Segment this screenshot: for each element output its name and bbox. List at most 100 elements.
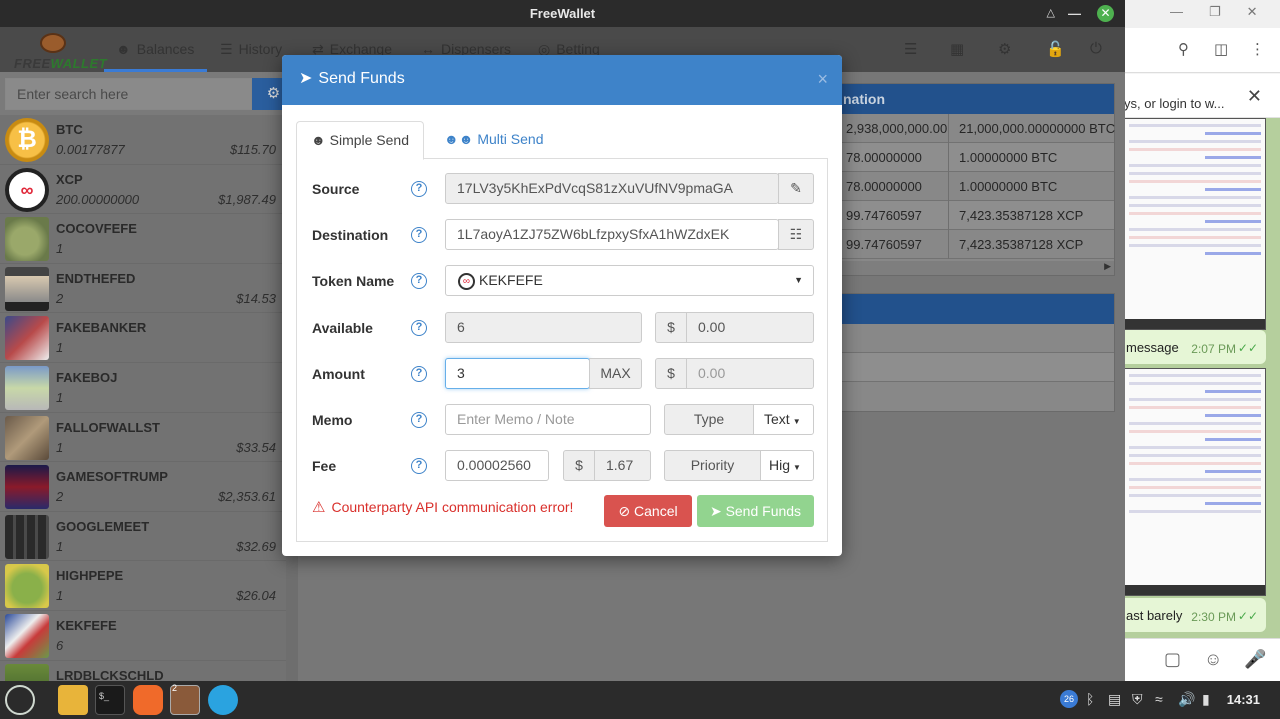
search-input[interactable] <box>5 78 252 110</box>
panel-title: nation <box>843 91 885 107</box>
user-icon: ☻ <box>311 132 330 148</box>
send-funds-button[interactable]: ➤ Send Funds <box>697 495 814 527</box>
search-icon[interactable]: ⚲ <box>1178 40 1189 58</box>
tab-multi-send[interactable]: ☻☻ Multi Send <box>430 121 558 159</box>
list-item[interactable]: FALLOFWALLST 1 $33.54 <box>0 412 286 463</box>
list-item[interactable]: HIGHPEPE 1 $26.04 <box>0 561 286 611</box>
power-icon[interactable]: ⏻ <box>1090 40 1102 57</box>
tab-simple-send[interactable]: ☻ Simple Send <box>296 121 425 160</box>
tab-balances[interactable]: ☻ Balances <box>104 27 207 72</box>
chat-toolbar: ⚲ ◫ ⋮ <box>1120 28 1280 73</box>
restore-icon[interactable]: ❐ <box>1209 4 1221 20</box>
caret-down-icon: ▼ <box>793 463 801 472</box>
clipboard-icon[interactable]: ▤ <box>1108 691 1121 708</box>
help-icon[interactable]: ? <box>411 366 427 382</box>
mint-menu-icon[interactable] <box>5 685 35 715</box>
priority-select[interactable]: Hig ▼ <box>760 450 814 481</box>
window-titlebar: FreeWallet △ — ✕ <box>0 0 1125 27</box>
amount-usd-field[interactable]: 0.00 <box>686 358 814 389</box>
help-icon[interactable]: ? <box>411 458 427 474</box>
wifi-icon[interactable]: ≈ <box>1155 691 1163 707</box>
paper-plane-icon: ➤ <box>299 70 313 87</box>
list-item[interactable]: GOOGLEMEET 1 $32.69 <box>0 511 286 562</box>
max-button[interactable]: MAX <box>589 358 642 389</box>
token-select[interactable]: ∞ KEKFEFE ▼ <box>445 265 814 296</box>
warning-icon: ⚠ <box>312 499 326 516</box>
close-icon[interactable]: × <box>817 55 828 103</box>
folder-icon[interactable] <box>58 685 88 715</box>
edit-icon[interactable]: ✎ <box>778 173 814 204</box>
tab-history[interactable]: ☰ History <box>220 27 282 72</box>
fee-input[interactable]: 0.00002560 <box>445 450 549 481</box>
cancel-button[interactable]: ⊘ Cancel <box>604 495 692 527</box>
list-item[interactable]: FAKEBANKER 1 <box>0 313 286 363</box>
emoji-icon[interactable]: ☺ <box>1204 649 1222 670</box>
amount-input[interactable]: 3 <box>445 358 590 389</box>
shared-screenshot[interactable] <box>1124 368 1266 596</box>
list-item[interactable]: ₿ BTC 0.00177877 $115.70 <box>0 115 286 165</box>
chevron-right-icon[interactable]: ▶ <box>1104 261 1111 272</box>
error-message: ⚠ Counterparty API communication error! <box>312 499 574 516</box>
close-icon[interactable]: ✕ <box>1247 4 1258 20</box>
list-item[interactable]: ENDTHEFED 2 $14.53 <box>0 263 286 314</box>
help-icon[interactable]: ? <box>411 320 427 336</box>
logo-face-icon <box>40 33 66 53</box>
caret-down-icon: ▼ <box>792 417 801 426</box>
double-check-icon: ✓✓ <box>1237 341 1258 355</box>
help-icon[interactable]: ? <box>411 227 427 243</box>
type-label: Type <box>664 404 754 435</box>
user-icon: ☻ <box>116 41 131 57</box>
minimize-icon[interactable]: — <box>1170 4 1183 20</box>
asset-thumbnail <box>5 564 49 609</box>
memo-type-select[interactable]: Text ▼ <box>753 404 814 435</box>
close-icon[interactable]: ✕ <box>1097 5 1114 22</box>
update-badge[interactable]: 26 <box>1060 690 1078 708</box>
list-item[interactable]: FAKEBOJ 1 <box>0 362 286 413</box>
terminal-icon[interactable]: $_ <box>95 685 125 715</box>
sidebar-toggle-icon[interactable]: ◫ <box>1214 40 1228 58</box>
maximize-icon[interactable]: △ <box>1047 0 1055 27</box>
command-icon[interactable]: ▢ <box>1164 649 1181 670</box>
login-banner-text: ys, or login to w... <box>1124 96 1225 111</box>
volume-icon[interactable]: 🔊 <box>1178 691 1195 708</box>
window-title: FreeWallet <box>529 6 596 21</box>
source-label: Source <box>312 181 360 197</box>
asset-thumbnail <box>5 316 49 361</box>
memo-input[interactable]: Enter Memo / Note <box>445 404 651 435</box>
source-field[interactable]: 17LV3y5KhExPdVcqS81zXuVUfNV9pmaGA <box>445 173 779 204</box>
unlock-icon[interactable]: 🔓 <box>1046 40 1065 58</box>
system-tray: 26 ᛒ ▤ ⛨ ≈ 🔊 ▮ 14:31 <box>1050 681 1280 719</box>
send-mode-tabs: ☻ Simple Send ☻☻ Multi Send <box>296 121 828 160</box>
help-icon[interactable]: ? <box>411 273 427 289</box>
fee-usd-field: 1.67 <box>594 450 651 481</box>
asset-thumbnail <box>5 217 49 262</box>
destination-field[interactable]: 1L7aoyA1ZJ75ZW6bLfzpxySfxA1hWZdxEK <box>445 219 779 250</box>
freewallet-app-icon[interactable]: 2 <box>170 683 200 715</box>
help-icon[interactable]: ? <box>411 181 427 197</box>
firefox-icon[interactable] <box>133 685 163 715</box>
battery-icon[interactable]: ▮ <box>1202 691 1210 708</box>
chat-app-window: — ❐ ✕ ⚲ ◫ ⋮ ys, or login to w... ✕ messa… <box>1120 0 1280 681</box>
close-icon[interactable]: ✕ <box>1247 86 1262 107</box>
bluetooth-icon[interactable]: ᛒ <box>1086 691 1094 707</box>
list-item[interactable]: LRDBLCKSCHLD <box>0 660 286 681</box>
microphone-icon[interactable]: 🎤 <box>1244 649 1266 670</box>
list-view-icon[interactable]: ☰ <box>904 40 917 58</box>
shield-icon[interactable]: ⛨ <box>1132 691 1143 708</box>
settings-icon[interactable]: ⚙ <box>998 40 1011 58</box>
address-book-icon[interactable]: ☷ <box>778 219 814 250</box>
help-icon[interactable]: ? <box>411 412 427 428</box>
minimize-icon[interactable]: — <box>1068 0 1081 27</box>
clock[interactable]: 14:31 <box>1227 692 1260 707</box>
balances-sidebar: ⚙ ₿ BTC 0.00177877 $115.70 ∞ XCP 200.000… <box>0 72 298 681</box>
telegram-icon[interactable] <box>208 685 238 715</box>
list-item[interactable]: GAMESOFTRUMP 2 $2,353.61 <box>0 462 286 512</box>
list-item[interactable]: COCOVFEFE 1 <box>0 214 286 264</box>
qrcode-icon[interactable]: ▦ <box>950 40 964 58</box>
shared-screenshot[interactable] <box>1124 118 1266 330</box>
available-label: Available <box>312 320 373 336</box>
list-item[interactable]: ∞ XCP 200.00000000 $1,987.49 <box>0 164 286 215</box>
more-vertical-icon[interactable]: ⋮ <box>1250 40 1265 58</box>
list-item[interactable]: KEKFEFE 6 <box>0 610 286 661</box>
login-banner: ys, or login to w... ✕ <box>1120 74 1280 118</box>
